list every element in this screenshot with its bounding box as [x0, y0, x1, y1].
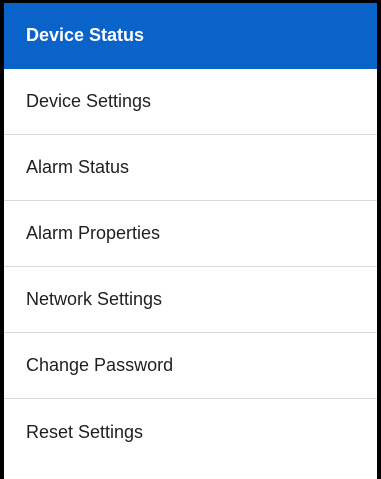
menu-item-network-settings[interactable]: Network Settings: [4, 267, 377, 333]
menu-item-alarm-properties[interactable]: Alarm Properties: [4, 201, 377, 267]
menu-item-device-status[interactable]: Device Status: [4, 3, 377, 69]
menu-item-label: Change Password: [26, 355, 174, 375]
menu-item-label: Device Status: [26, 25, 145, 45]
menu-item-label: Network Settings: [26, 289, 163, 309]
menu-item-alarm-status[interactable]: Alarm Status: [4, 135, 377, 201]
menu-item-reset-settings[interactable]: Reset Settings: [4, 399, 377, 465]
menu-item-label: Reset Settings: [26, 421, 144, 442]
menu-item-label: Alarm Properties: [26, 223, 161, 243]
menu-item-change-password[interactable]: Change Password: [4, 333, 377, 399]
menu-item-device-settings[interactable]: Device Settings: [4, 69, 377, 135]
menu-item-label: Alarm Status: [26, 157, 130, 177]
menu-item-label: Device Settings: [26, 91, 152, 111]
sidebar-menu: Device Status Device Settings Alarm Stat…: [0, 0, 381, 479]
